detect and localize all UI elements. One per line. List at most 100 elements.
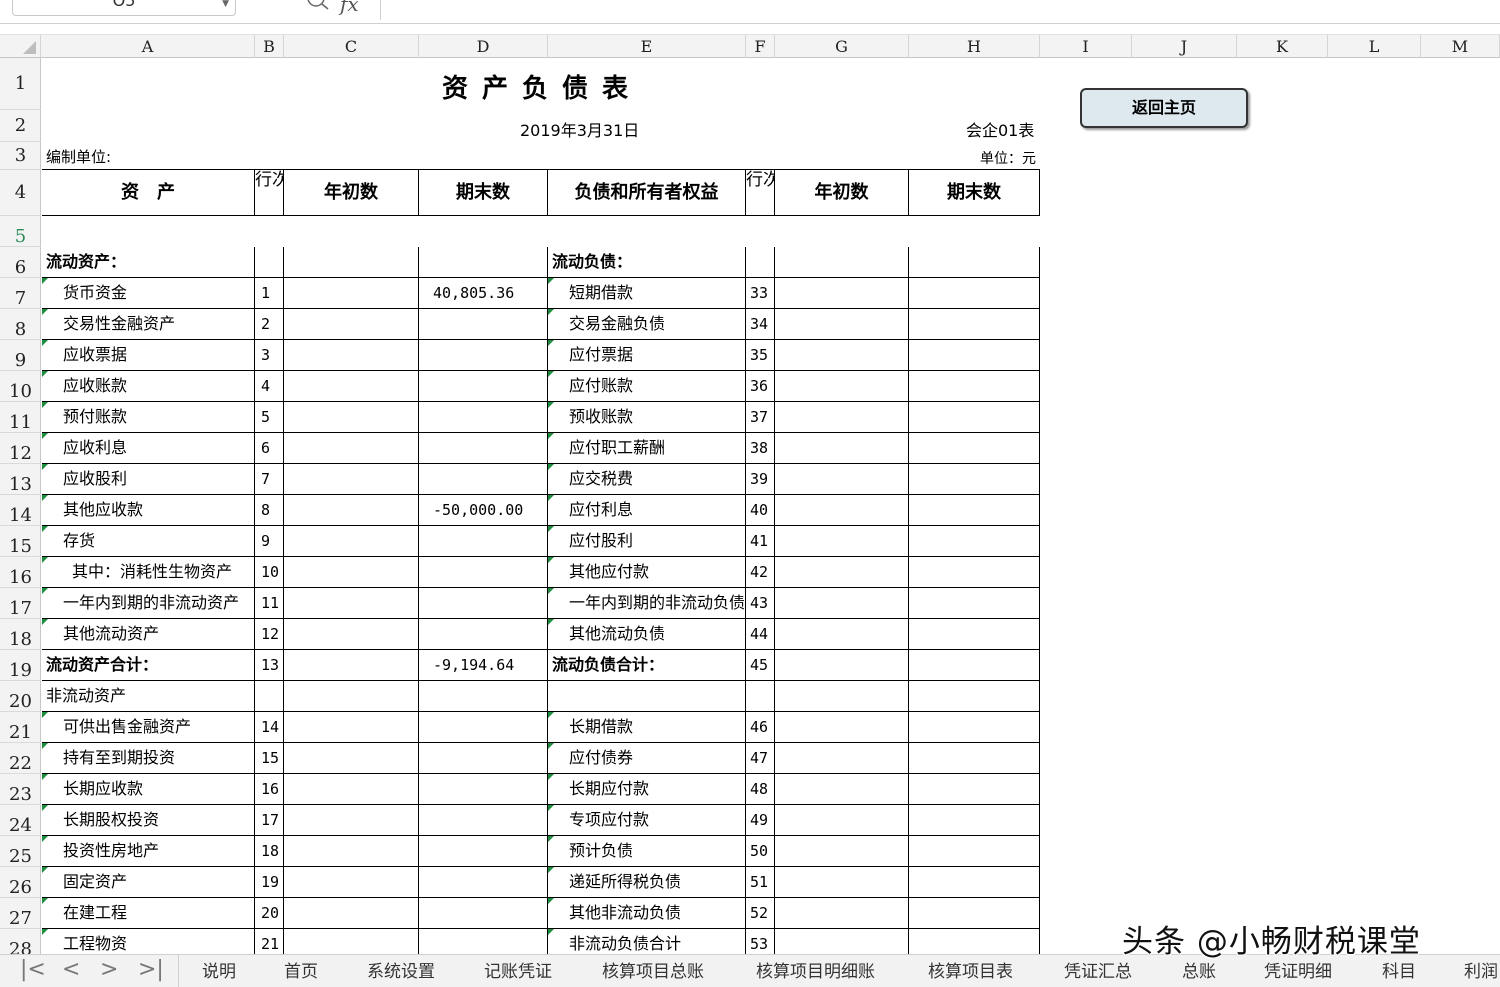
asset-begin-cell[interactable]	[284, 712, 419, 743]
column-header-h[interactable]: H	[909, 35, 1040, 58]
asset-end-cell[interactable]	[419, 526, 548, 557]
liability-begin-cell[interactable]	[775, 495, 909, 526]
liability-row-no-cell[interactable]: 42	[746, 557, 775, 588]
asset-begin-cell[interactable]	[284, 898, 419, 929]
asset-row-no-cell[interactable]: 11	[255, 588, 284, 619]
worksheet[interactable]: 资产负债表 2019年3月31日 会企01表 编制单位: 单位：元 返回主页 资…	[42, 58, 1500, 954]
liability-end-cell[interactable]	[909, 278, 1040, 309]
liability-name-cell[interactable]: 流动负债：	[548, 247, 746, 278]
liability-end-cell[interactable]	[909, 867, 1040, 898]
liability-row-no-cell[interactable]: 33	[746, 278, 775, 309]
liability-begin-cell[interactable]	[775, 712, 909, 743]
asset-name-cell[interactable]: 非流动资产	[42, 681, 255, 712]
liability-end-cell[interactable]	[909, 402, 1040, 433]
asset-end-cell[interactable]	[419, 433, 548, 464]
name-box[interactable]: O5 ▼	[12, 0, 236, 16]
liability-name-cell[interactable]: 一年内到期的非流动负债	[548, 588, 746, 619]
asset-begin-cell[interactable]	[284, 495, 419, 526]
column-header-f[interactable]: F	[746, 35, 775, 58]
liability-end-cell[interactable]	[909, 340, 1040, 371]
asset-begin-cell[interactable]	[284, 402, 419, 433]
asset-begin-cell[interactable]	[284, 867, 419, 898]
asset-begin-cell[interactable]	[284, 774, 419, 805]
asset-begin-cell[interactable]	[284, 650, 419, 681]
prev-sheet-icon[interactable]: <	[62, 955, 80, 985]
asset-begin-cell[interactable]	[284, 371, 419, 402]
asset-row-no-cell[interactable]: 8	[255, 495, 284, 526]
liability-end-cell[interactable]	[909, 464, 1040, 495]
liability-name-cell[interactable]: 其他流动负债	[548, 619, 746, 650]
liability-begin-cell[interactable]	[775, 340, 909, 371]
liability-begin-cell[interactable]	[775, 805, 909, 836]
row-header-11[interactable]: 11	[0, 402, 41, 433]
asset-row-no-cell[interactable]: 20	[255, 898, 284, 929]
row-header-9[interactable]: 9	[0, 340, 41, 371]
asset-end-cell[interactable]	[419, 836, 548, 867]
row-header-27[interactable]: 27	[0, 898, 41, 929]
first-sheet-icon[interactable]: |<	[20, 955, 46, 985]
liability-name-cell[interactable]: 应交税费	[548, 464, 746, 495]
asset-row-no-cell[interactable]: 5	[255, 402, 284, 433]
asset-end-cell[interactable]	[419, 309, 548, 340]
liability-begin-cell[interactable]	[775, 774, 909, 805]
function-icon[interactable]: fx	[340, 0, 359, 16]
column-header-c[interactable]: C	[284, 35, 419, 58]
row-header-18[interactable]: 18	[0, 619, 41, 650]
asset-end-cell[interactable]	[419, 867, 548, 898]
liability-name-cell[interactable]: 其他应付款	[548, 557, 746, 588]
asset-end-cell[interactable]	[419, 557, 548, 588]
sheet-tab[interactable]: 核算项目总账	[602, 955, 704, 987]
liability-begin-cell[interactable]	[775, 278, 909, 309]
sheet-tab[interactable]: 系统设置	[367, 955, 435, 987]
liability-row-no-cell[interactable]: 46	[746, 712, 775, 743]
asset-end-cell[interactable]	[419, 464, 548, 495]
asset-name-cell[interactable]: 其他流动资产	[42, 619, 255, 650]
liability-row-no-cell[interactable]: 47	[746, 743, 775, 774]
asset-name-cell[interactable]: 存货	[42, 526, 255, 557]
column-header-j[interactable]: J	[1132, 35, 1237, 58]
column-header-i[interactable]: I	[1040, 35, 1132, 58]
asset-end-cell[interactable]	[419, 619, 548, 650]
asset-begin-cell[interactable]	[284, 805, 419, 836]
asset-row-no-cell[interactable]: 17	[255, 805, 284, 836]
sheet-tab[interactable]: 利润	[1464, 955, 1498, 987]
sheet-tab[interactable]: 记账凭证	[484, 955, 552, 987]
asset-name-cell[interactable]: 流动资产合计：	[42, 650, 255, 681]
asset-end-cell[interactable]: -50,000.00	[419, 495, 548, 526]
liability-begin-cell[interactable]	[775, 836, 909, 867]
asset-begin-cell[interactable]	[284, 464, 419, 495]
formula-input[interactable]	[380, 0, 1500, 20]
asset-name-cell[interactable]: 投资性房地产	[42, 836, 255, 867]
liability-begin-cell[interactable]	[775, 619, 909, 650]
liability-begin-cell[interactable]	[775, 464, 909, 495]
liability-end-cell[interactable]	[909, 247, 1040, 278]
liability-name-cell[interactable]: 非流动负债合计	[548, 929, 746, 954]
asset-end-cell[interactable]	[419, 340, 548, 371]
asset-row-no-cell[interactable]: 21	[255, 929, 284, 954]
column-header-g[interactable]: G	[775, 35, 909, 58]
liability-name-cell[interactable]: 递延所得税负债	[548, 867, 746, 898]
liability-end-cell[interactable]	[909, 433, 1040, 464]
sheet-tab[interactable]: 说明	[202, 955, 236, 987]
liability-begin-cell[interactable]	[775, 247, 909, 278]
liability-name-cell[interactable]: 交易金融负债	[548, 309, 746, 340]
liability-end-cell[interactable]	[909, 774, 1040, 805]
liability-end-cell[interactable]	[909, 929, 1040, 954]
asset-row-no-cell[interactable]: 2	[255, 309, 284, 340]
row-header-20[interactable]: 20	[0, 681, 41, 712]
liability-row-no-cell[interactable]: 49	[746, 805, 775, 836]
asset-end-cell[interactable]	[419, 743, 548, 774]
liability-end-cell[interactable]	[909, 805, 1040, 836]
liability-begin-cell[interactable]	[775, 681, 909, 712]
liability-end-cell[interactable]	[909, 588, 1040, 619]
asset-row-no-cell[interactable]	[255, 247, 284, 278]
asset-end-cell[interactable]	[419, 929, 548, 954]
liability-row-no-cell[interactable]: 48	[746, 774, 775, 805]
row-header-26[interactable]: 26	[0, 867, 41, 898]
asset-name-cell[interactable]: 可供出售金融资产	[42, 712, 255, 743]
asset-row-no-cell[interactable]: 9	[255, 526, 284, 557]
asset-begin-cell[interactable]	[284, 433, 419, 464]
row-header-5[interactable]: 5	[0, 216, 41, 247]
asset-name-cell[interactable]: 长期应收款	[42, 774, 255, 805]
asset-name-cell[interactable]: 一年内到期的非流动资产	[42, 588, 255, 619]
